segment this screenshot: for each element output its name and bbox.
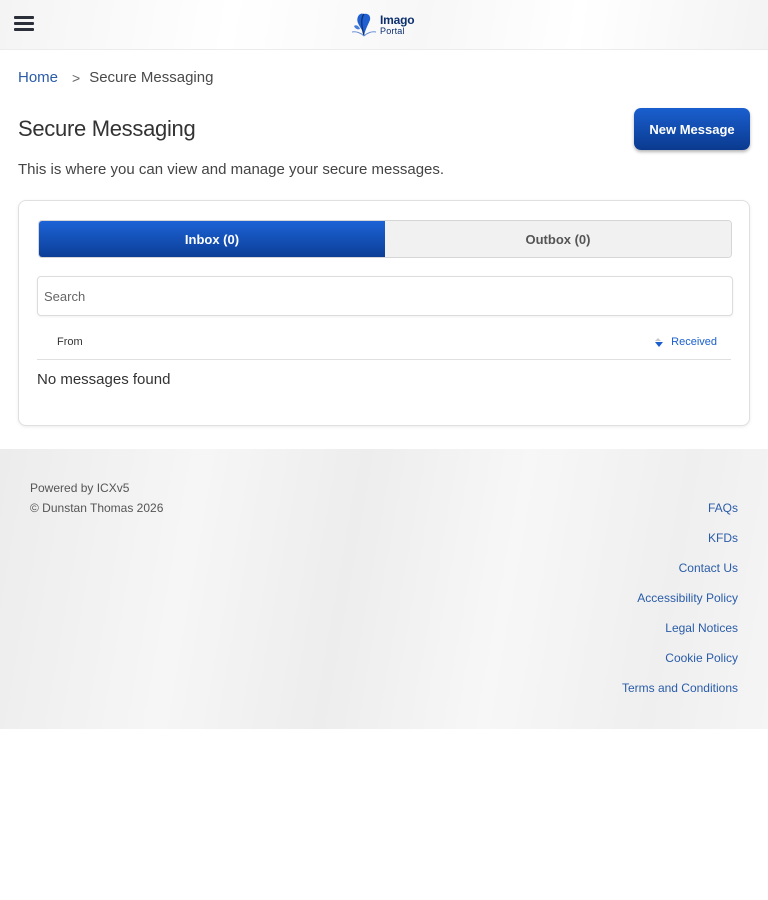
logo-subtitle: Portal xyxy=(380,26,405,36)
breadcrumb: Home > Secure Messaging xyxy=(18,69,213,86)
empty-state-text: No messages found xyxy=(37,371,171,388)
copyright-text: © Dunstan Thomas 2026 xyxy=(30,501,164,515)
imago-portal-logo[interactable]: Imago Portal xyxy=(350,8,420,42)
search-input[interactable] xyxy=(37,276,733,316)
column-received[interactable]: Received xyxy=(655,336,717,348)
footer-link-cookie-policy[interactable]: Cookie Policy xyxy=(622,649,738,679)
breadcrumb-home-link[interactable]: Home xyxy=(18,69,58,86)
powered-by-text: Powered by ICXv5 xyxy=(30,481,130,495)
top-header: Imago Portal xyxy=(0,0,768,50)
page-title: Secure Messaging xyxy=(18,116,196,141)
column-received-label: Received xyxy=(671,336,717,348)
sort-descending-icon xyxy=(655,337,664,347)
footer-link-accessibility-policy[interactable]: Accessibility Policy xyxy=(622,589,738,619)
breadcrumb-current: Secure Messaging xyxy=(89,69,214,86)
messages-panel: Inbox (0) Outbox (0) From Received No me… xyxy=(18,200,750,426)
footer-link-kfds[interactable]: KFDs xyxy=(622,529,738,559)
footer-link-terms-and-conditions[interactable]: Terms and Conditions xyxy=(622,679,738,709)
butterfly-logo-icon xyxy=(351,13,377,37)
footer: Powered by ICXv5 © Dunstan Thomas 2026 F… xyxy=(0,449,768,729)
table-header: From Received xyxy=(37,331,731,360)
hamburger-menu-icon[interactable] xyxy=(14,16,34,34)
footer-link-contact-us[interactable]: Contact Us xyxy=(622,559,738,589)
page-description: This is where you can view and manage yo… xyxy=(18,161,445,178)
new-message-button[interactable]: New Message xyxy=(634,108,750,150)
tab-outbox[interactable]: Outbox (0) xyxy=(385,221,731,257)
tab-inbox[interactable]: Inbox (0) xyxy=(39,221,385,257)
breadcrumb-separator: > xyxy=(72,69,81,86)
footer-link-legal-notices[interactable]: Legal Notices xyxy=(622,619,738,649)
column-from[interactable]: From xyxy=(57,336,83,348)
footer-links: FAQs KFDs Contact Us Accessibility Polic… xyxy=(622,499,738,709)
message-tabs: Inbox (0) Outbox (0) xyxy=(38,220,732,258)
footer-link-faqs[interactable]: FAQs xyxy=(622,499,738,529)
logo-name: Imago xyxy=(380,13,415,27)
